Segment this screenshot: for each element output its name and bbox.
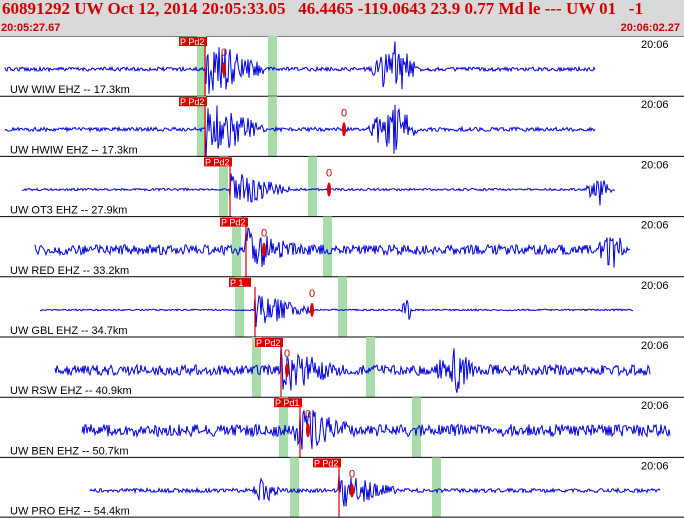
s-pick-label: 0 (326, 168, 332, 180)
s-pick-marker (262, 242, 266, 257)
seismogram-plot: P Pd2 0 20:06 UW WIW EHZ -- 17.3km P Pd2 0 20:… (0, 36, 684, 518)
station-label: UW HWIW EHZ -- 17.3km (10, 144, 138, 156)
station-label: UW PRO EHZ -- 54.4km (10, 506, 130, 518)
s-pick-marker (222, 62, 226, 77)
p-pick-label: P Pd2 (221, 218, 245, 228)
time-tick-label: 20:06 (641, 159, 669, 171)
s-pick-marker (350, 483, 354, 498)
time-tick-label: 20:06 (641, 340, 669, 352)
time-tick-label: 20:06 (641, 460, 669, 472)
station-label: UW RSW EHZ -- 40.9km (10, 385, 132, 397)
s-pick-marker (310, 302, 314, 317)
s-window-marker (432, 457, 441, 518)
p-pick-label: P Pd1 (275, 398, 299, 408)
waveform-trace (39, 294, 634, 328)
s-window-marker (323, 216, 332, 277)
p-pick-label: P Pd2 (205, 157, 229, 167)
station-label: UW GBL EHZ -- 34.7km (10, 325, 128, 337)
p-pick-label: P Pd2 (180, 37, 204, 47)
station-label: UW BEN EHZ -- 50.7km (10, 445, 129, 457)
waveform-trace (21, 173, 616, 206)
s-window-marker (268, 96, 277, 157)
p-pick-label: P Pd2 (180, 97, 204, 107)
s-window-marker (308, 156, 317, 217)
s-pick-label: 0 (284, 348, 290, 360)
s-window-marker (268, 36, 277, 97)
s-pick-marker (342, 122, 346, 137)
time-tick-label: 20:06 (641, 39, 669, 51)
s-window-marker (338, 276, 347, 337)
waveform-trace (54, 346, 651, 393)
s-pick-marker (306, 423, 310, 438)
s-pick-label: 0 (305, 408, 311, 420)
s-pick-label: 0 (261, 228, 267, 240)
station-label: UW RED EHZ -- 33.2km (10, 265, 129, 277)
time-tick-label: 20:06 (641, 400, 669, 412)
s-pick-label: 0 (349, 469, 355, 481)
event-title: 60891292 UW Oct 12, 2014 20:05:33.05 46.… (2, 0, 644, 18)
s-pick-label: 0 (341, 107, 347, 119)
time-tick-label: 20:06 (641, 99, 669, 111)
s-pick-label: 0 (309, 288, 315, 300)
p-pick-label: P 1 (230, 278, 243, 288)
p-window-marker (290, 457, 299, 518)
station-label: UW OT3 EHZ -- 27.9km (10, 205, 127, 217)
time-tick-label: 20:06 (641, 220, 669, 232)
p-pick-label: P Pd2 (314, 458, 338, 468)
event-header: 60891292 UW Oct 12, 2014 20:05:33.05 46.… (0, 0, 684, 36)
waveform-trace (81, 410, 671, 450)
waveform-trace (89, 474, 661, 507)
time-tick-label: 20:06 (641, 280, 669, 292)
station-label: UW WIW EHZ -- 17.3km (10, 84, 130, 96)
p-pick-label: P Pd2 (256, 338, 280, 348)
start-time: 20:05:27.67 (1, 22, 61, 34)
waveform-trace (34, 227, 631, 268)
s-pick-marker (327, 182, 331, 197)
s-pick-label: 0 (221, 47, 227, 59)
end-time: 20:06:02.27 (620, 22, 680, 34)
s-pick-marker (285, 363, 289, 378)
